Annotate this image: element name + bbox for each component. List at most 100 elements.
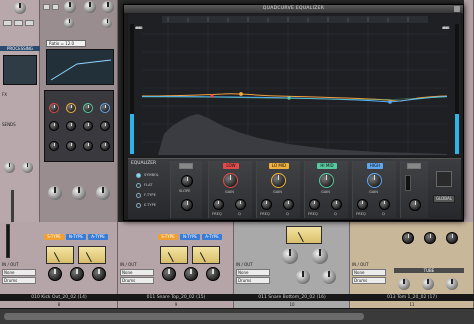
type-flat-radio[interactable]: [136, 183, 141, 188]
left-strip-knob[interactable]: [14, 2, 26, 14]
ch1-track-name[interactable]: 010 Kick Out_20_02 (14): [0, 294, 118, 301]
lomid-freq-knob[interactable]: [261, 199, 272, 210]
ch-eq-low-gain-knob[interactable]: [49, 103, 59, 113]
ch4-output-select[interactable]: Drums: [352, 277, 386, 284]
eq-window-title[interactable]: QUADCURVE EQUALIZER: [124, 5, 463, 13]
ch-eq-lomid-q-knob[interactable]: [66, 141, 76, 151]
high-freq-knob[interactable]: [357, 199, 368, 210]
ch3-track-name[interactable]: 011 Snare Bottom_20_02 (16): [234, 294, 350, 301]
ch-a-tube-knob-3[interactable]: [96, 186, 110, 200]
ch-a-knob-4[interactable]: [64, 18, 74, 28]
ch-eq-low-q-knob[interactable]: [49, 141, 59, 151]
ch3-output-select[interactable]: Drums: [236, 277, 270, 284]
ch-eq-lomid-freq-knob[interactable]: [66, 121, 76, 131]
ch1-console-type-n[interactable]: N-TYPE: [66, 234, 86, 240]
ch2-console-type-n[interactable]: N-TYPE: [180, 234, 200, 240]
ch-eq-himid-gain-knob[interactable]: [83, 103, 93, 113]
lomid-band-label[interactable]: LO MID: [269, 163, 289, 169]
ch1-trim-knob[interactable]: [48, 267, 62, 281]
ch1-vu-meter-right: [78, 246, 106, 264]
ch-eq-high-q-knob[interactable]: [100, 141, 110, 151]
ch3-input-select[interactable]: None: [236, 269, 270, 276]
global-button[interactable]: GLOBAL: [433, 195, 455, 203]
high-gain-knob[interactable]: [367, 173, 382, 188]
ch-eq-lomid-gain-knob[interactable]: [66, 103, 76, 113]
left-eq-thumb[interactable]: [3, 55, 37, 85]
ch-eq-low-freq-knob[interactable]: [49, 121, 59, 131]
ch1-console-type-s[interactable]: S-TYPE: [44, 234, 64, 240]
lpf-toggle[interactable]: [407, 163, 421, 169]
ch4-input-select[interactable]: None: [352, 269, 386, 276]
close-icon[interactable]: [454, 6, 460, 12]
hpf-toggle[interactable]: [179, 163, 193, 169]
ch-eq-himid-q-knob[interactable]: [83, 141, 93, 151]
ch2-output-select[interactable]: Drums: [120, 277, 154, 284]
compressor-display[interactable]: [46, 49, 114, 85]
ch-a-knob-5[interactable]: [102, 18, 112, 28]
ch2-tolerance-knob[interactable]: [206, 267, 220, 281]
ch-a-btn-1[interactable]: [43, 4, 50, 10]
hpf-slope-knob[interactable]: [181, 175, 193, 187]
left-strip-button-3[interactable]: [25, 20, 34, 26]
ch-a-btn-2[interactable]: [52, 4, 59, 10]
left-strip-knob-3[interactable]: [22, 162, 33, 173]
low-q-knob[interactable]: [235, 199, 246, 210]
left-strip-button-2[interactable]: [14, 20, 23, 26]
lpf-switch[interactable]: [405, 175, 411, 191]
ch-eq-high-freq-knob[interactable]: [100, 121, 110, 131]
low-gain-knob[interactable]: [223, 173, 238, 188]
ch4-knob-b[interactable]: [424, 232, 436, 244]
type-e-radio[interactable]: [136, 203, 141, 208]
high-band-label[interactable]: HIGH: [367, 163, 383, 169]
himid-q-knob[interactable]: [331, 199, 342, 210]
ch2-input-select[interactable]: None: [120, 269, 154, 276]
ch-a-tube-knob-2[interactable]: [72, 186, 86, 200]
ch-a-knob-1[interactable]: [64, 1, 76, 13]
left-strip-button-1[interactable]: [3, 20, 12, 26]
lomid-gain-knob[interactable]: [271, 173, 286, 188]
hpf-freq-knob[interactable]: [181, 199, 193, 211]
ch2-track-name[interactable]: 011 Snare Top_20_02 (15): [118, 294, 234, 301]
ch1-vu-meter-left: [46, 246, 74, 264]
ch4-track-name[interactable]: 013 Tom 1_20_02 (17): [350, 294, 474, 301]
type-symbol-radio[interactable]: [136, 173, 141, 178]
eq-graph[interactable]: +18 +15 +12 +9 +6 +3 0 -3 -6 -9 -12 -15 …: [128, 14, 461, 156]
himid-freq-label: FREQ: [308, 212, 318, 216]
ch3-big-knob-4[interactable]: [322, 270, 336, 284]
scrollbar-thumb[interactable]: [4, 313, 364, 320]
ch-eq-himid-freq-knob[interactable]: [83, 121, 93, 131]
ch4-tube-header: TUBE: [394, 268, 464, 273]
ch2-console-type-a[interactable]: A-TYPE: [202, 234, 222, 240]
low-freq-knob[interactable]: [213, 199, 224, 210]
high-q-knob[interactable]: [379, 199, 390, 210]
ch2-console-type-s[interactable]: S-TYPE: [158, 234, 178, 240]
ch2-drive-knob[interactable]: [184, 267, 198, 281]
ch4-knob-c[interactable]: [446, 232, 458, 244]
horizontal-scrollbar[interactable]: [0, 308, 474, 324]
ch3-big-knob-1[interactable]: [282, 248, 298, 264]
ch2-trim-knob[interactable]: [162, 267, 176, 281]
ch1-tolerance-knob[interactable]: [92, 267, 106, 281]
ch4-tube-knob-1[interactable]: [398, 278, 410, 290]
ch4-knob-a[interactable]: [402, 232, 414, 244]
lomid-q-knob[interactable]: [283, 199, 294, 210]
low-band-label[interactable]: LOW: [223, 163, 239, 169]
ch-a-knob-3[interactable]: [102, 1, 114, 13]
himid-freq-knob[interactable]: [309, 199, 320, 210]
ch4-tube-knob-2[interactable]: [422, 278, 434, 290]
ch3-big-knob-2[interactable]: [312, 248, 328, 264]
ch-a-knob-2[interactable]: [84, 1, 96, 13]
left-strip-knob-2[interactable]: [4, 162, 15, 173]
ch4-tube-knob-3[interactable]: [446, 278, 458, 290]
ch-eq-high-gain-knob[interactable]: [100, 103, 110, 113]
type-f-radio[interactable]: [136, 193, 141, 198]
himid-gain-knob[interactable]: [319, 173, 334, 188]
ch1-output-select[interactable]: Drums: [2, 277, 36, 284]
ch1-drive-knob[interactable]: [70, 267, 84, 281]
himid-band-label[interactable]: HI MID: [317, 163, 337, 169]
ch1-input-select[interactable]: None: [2, 269, 36, 276]
lpf-freq-knob[interactable]: [409, 199, 421, 211]
ch-a-tube-knob-1[interactable]: [48, 186, 62, 200]
ch3-big-knob-3[interactable]: [296, 270, 310, 284]
ch1-console-type-a[interactable]: A-TYPE: [88, 234, 108, 240]
